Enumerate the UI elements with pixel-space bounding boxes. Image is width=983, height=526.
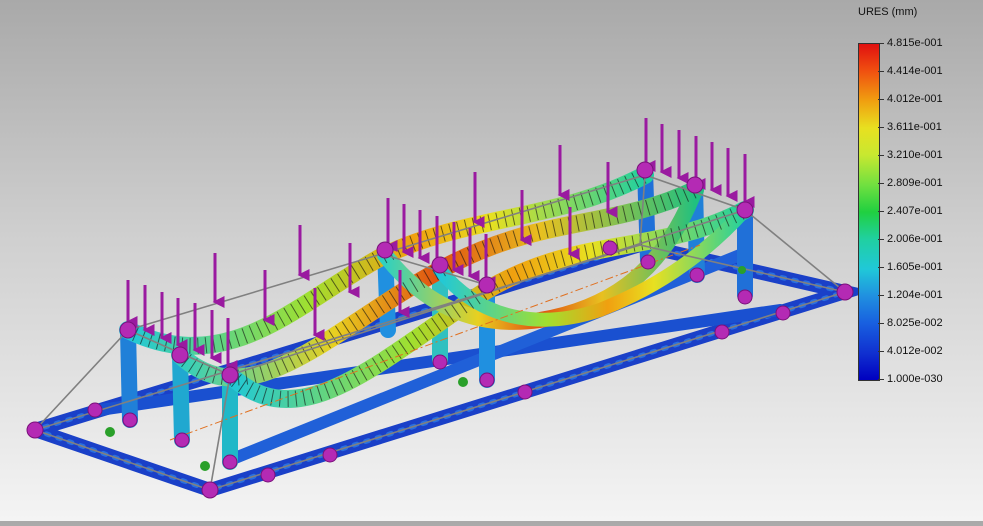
legend-title: URES (mm): [858, 6, 918, 18]
legend-tick: 3.611e-001: [878, 121, 942, 133]
frame-model[interactable]: [0, 0, 983, 521]
legend-tick: 4.815e-001: [878, 37, 943, 49]
legend-tick: 4.012e-001: [878, 93, 943, 105]
legend-tick: 2.006e-001: [878, 233, 943, 245]
legend-tick: 3.210e-001: [878, 149, 943, 161]
color-scale-bar: [858, 43, 880, 381]
model-viewport[interactable]: [0, 0, 983, 521]
results-legend: URES (mm) 4.815e-001 4.414e-001 4.012e-0…: [850, 6, 978, 386]
legend-tick: 8.025e-002: [878, 317, 943, 329]
legend-tick: 2.809e-001: [878, 177, 943, 189]
legend-tick: 2.407e-001: [878, 205, 943, 217]
legend-tick: 1.204e-001: [878, 289, 943, 301]
legend-tick: 4.414e-001: [878, 65, 943, 77]
legend-tick: 1.000e-030: [878, 373, 943, 385]
legend-tick: 4.012e-002: [878, 345, 943, 357]
legend-tick: 1.605e-001: [878, 261, 943, 273]
